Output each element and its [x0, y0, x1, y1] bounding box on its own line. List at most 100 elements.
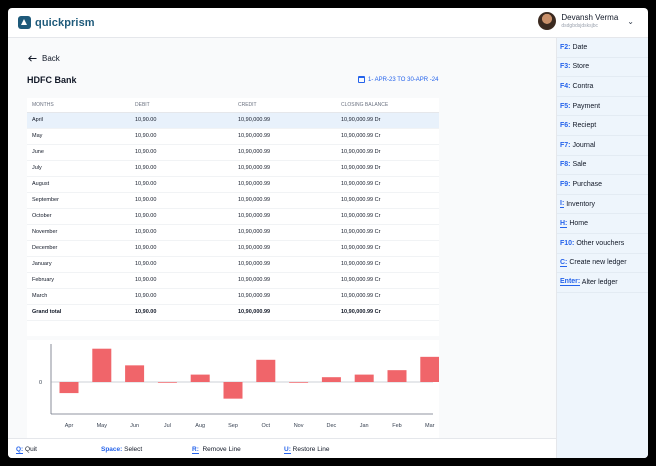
sidebar-item-sale[interactable]: F8: Sale — [557, 156, 648, 176]
table-cell: 10,90,000.99 Cr — [336, 272, 439, 289]
table-cell: 10,90,000.99 Cr — [336, 288, 439, 305]
logo-icon — [18, 16, 31, 29]
table-row[interactable]: February 10,90.00 10,90,000.99 10,90,000.99… — [27, 272, 439, 289]
shortcut-key: F9: — [560, 180, 571, 188]
table-cell: November — [27, 224, 130, 241]
avatar — [538, 12, 557, 30]
table-cell: March — [27, 288, 130, 305]
sidebar-item-date[interactable]: F2: Date — [557, 38, 648, 58]
sidebar-item-home[interactable]: H: Home — [557, 214, 648, 234]
shortcut-key: Enter: — [560, 278, 581, 287]
page-title: HDFC Bank — [27, 75, 77, 85]
x-tick-label: Dec — [327, 423, 337, 429]
footer-shortcut-quit[interactable]: Q: Quit — [16, 446, 37, 454]
shortcut-label: Restore Line — [290, 446, 330, 453]
table-row[interactable]: September 10,90.00 10,90,000.99 10,90,000.9… — [27, 192, 439, 209]
table-row[interactable]: May 10,90.00 10,90,000.99 10,90,000.99 Cr — [27, 128, 439, 145]
ledger-table: MONTHS DEBIT CREDIT CLOSING BALANCE Apri… — [27, 98, 439, 321]
table-cell: 10,90,000.99 — [233, 176, 336, 193]
table-row[interactable]: July 10,90.00 10,90,000.99 10,90,000.99 Dr — [27, 160, 439, 177]
shortcut-key: F2: — [560, 43, 571, 51]
user-name: Devansh Verma — [561, 12, 619, 22]
table-cell: 10,90.00 — [130, 288, 233, 305]
table-cell: 10,90.00 — [130, 160, 233, 177]
sidebar-item-inventory[interactable]: I: Inventory — [557, 195, 648, 215]
sidebar-item-payment[interactable]: F5: Payment — [557, 97, 648, 117]
shortcut-key: F5: — [560, 102, 571, 110]
table-cell: July — [27, 160, 130, 177]
table-cell: 10,90,000.99 Cr — [336, 224, 439, 241]
table-cell: 10,90,000.99 — [233, 272, 336, 289]
table-row[interactable]: April 10,90.00 10,90,000.99 10,90,000.99 Dr — [27, 112, 439, 129]
date-range-picker[interactable]: 1- APR-23 TO 30-APR -24 — [358, 76, 438, 83]
column-header: DEBIT — [130, 98, 233, 113]
footer-shortcuts: Q: Quit Space: Select R: Remove Line U: Res… — [8, 438, 556, 458]
sidebar-item-store[interactable]: F3: Store — [557, 58, 648, 78]
sidebar-item-reciept[interactable]: F6: Reciept — [557, 116, 648, 136]
main-content: Back HDFC Bank 1- APR-23 TO 30-APR -24 M… — [8, 38, 556, 438]
sidebar-item-other-vouchers[interactable]: F10: Other vouchers — [557, 234, 648, 254]
sidebar-item-alter-ledger[interactable]: Enter: Alter ledger — [557, 273, 648, 293]
x-tick-label: Sep — [228, 423, 238, 429]
footer-shortcut-restore-line[interactable]: U: Restore Line — [284, 446, 330, 454]
table-cell: 10,90,000.99 — [233, 128, 336, 145]
x-tick-label: Apr — [65, 423, 74, 429]
shortcut-label: Home — [567, 220, 589, 228]
back-button[interactable]: Back — [28, 54, 60, 63]
table-cell: 10,90,000.99 Cr — [336, 176, 439, 193]
sidebar-item-contra[interactable]: F4: Contra — [557, 77, 648, 97]
table-cell: 10,90,000.99 — [233, 192, 336, 209]
sidebar-item-journal[interactable]: F7: Journal — [557, 136, 648, 156]
column-header: MONTHS — [27, 98, 130, 113]
arrow-left-icon — [28, 55, 37, 62]
app-window: quickprism Devansh Verma dsdgbdsjdsksjbc… — [8, 8, 648, 458]
table-cell: 10,90,000.99 — [233, 112, 336, 129]
column-header: CLOSING BALANCE — [336, 98, 439, 113]
table-cell: 10,90.00 — [130, 256, 233, 273]
user-menu[interactable]: Devansh Verma dsdgbdsjdsksjbc ⌄ — [538, 12, 634, 30]
table-cell: 10,90,000.99 Dr — [336, 144, 439, 161]
shortcut-key: F4: — [560, 82, 571, 90]
shortcut-key: U: — [284, 446, 291, 454]
app-logo[interactable]: quickprism — [18, 16, 95, 29]
shortcut-label: Alter ledger — [580, 278, 618, 286]
table-cell: 10,90,000.99 — [233, 224, 336, 241]
table-cell: 10,90,000.99 — [233, 288, 336, 305]
shortcut-key: H: — [560, 219, 568, 228]
shortcut-sidebar: F2: Date F3: Store F4: Contra F5: Payment F6… — [556, 38, 648, 458]
sidebar-item-create-new-ledger[interactable]: C: Create new ledger — [557, 254, 648, 274]
footer-shortcut-select[interactable]: Space: Select — [101, 446, 142, 453]
chevron-down-icon[interactable]: ⌄ — [627, 17, 634, 26]
table-row[interactable]: March 10,90.00 10,90,000.99 10,90,000.99 Cr — [27, 288, 439, 305]
shortcut-key: R: — [192, 446, 199, 454]
table-cell: 10,90.00 — [130, 128, 233, 145]
table-cell: 10,90,000.99 Cr — [336, 192, 439, 209]
table-row[interactable]: December 10,90.00 10,90,000.99 10,90,000.99… — [27, 240, 439, 257]
table-row[interactable]: June 10,90.00 10,90,000.99 10,90,000.99 Dr — [27, 144, 439, 161]
shortcut-label: Remove Line — [198, 446, 241, 453]
shortcut-label: Select — [122, 446, 143, 453]
x-tick-label: Jul — [164, 423, 171, 429]
shortcut-key: F7: — [560, 141, 571, 149]
shortcut-label: Payment — [570, 102, 601, 110]
table-cell: 10,90.00 — [130, 208, 233, 225]
x-tick-label: Oct — [262, 423, 271, 429]
table-row[interactable]: October 10,90.00 10,90,000.99 10,90,000.99 … — [27, 208, 439, 225]
bar-may — [92, 348, 112, 382]
footer-shortcut-remove-line[interactable]: R: Remove Line — [192, 446, 241, 454]
table-row[interactable]: January 10,90.00 10,90,000.99 10,90,000.99 … — [27, 256, 439, 273]
column-header: CREDIT — [233, 98, 336, 113]
shortcut-label: Sale — [570, 161, 587, 169]
table-cell: 10,90.00 — [130, 272, 233, 289]
shortcut-key: Space: — [101, 446, 123, 453]
table-row[interactable]: August 10,90.00 10,90,000.99 10,90,000.99 C… — [27, 176, 439, 193]
table-cell: June — [27, 144, 130, 161]
shortcut-label: Contra — [570, 82, 594, 90]
sidebar-item-purchase[interactable]: F9: Purchase — [557, 175, 648, 195]
x-tick-label: May — [97, 423, 108, 429]
table-row[interactable]: November 10,90.00 10,90,000.99 10,90,000.99… — [27, 224, 439, 241]
table-cell: 10,90,000.99 Cr — [336, 208, 439, 225]
shortcut-label: Store — [570, 63, 590, 71]
shortcut-label: Quit — [23, 446, 37, 453]
shortcut-key: F8: — [560, 161, 571, 169]
